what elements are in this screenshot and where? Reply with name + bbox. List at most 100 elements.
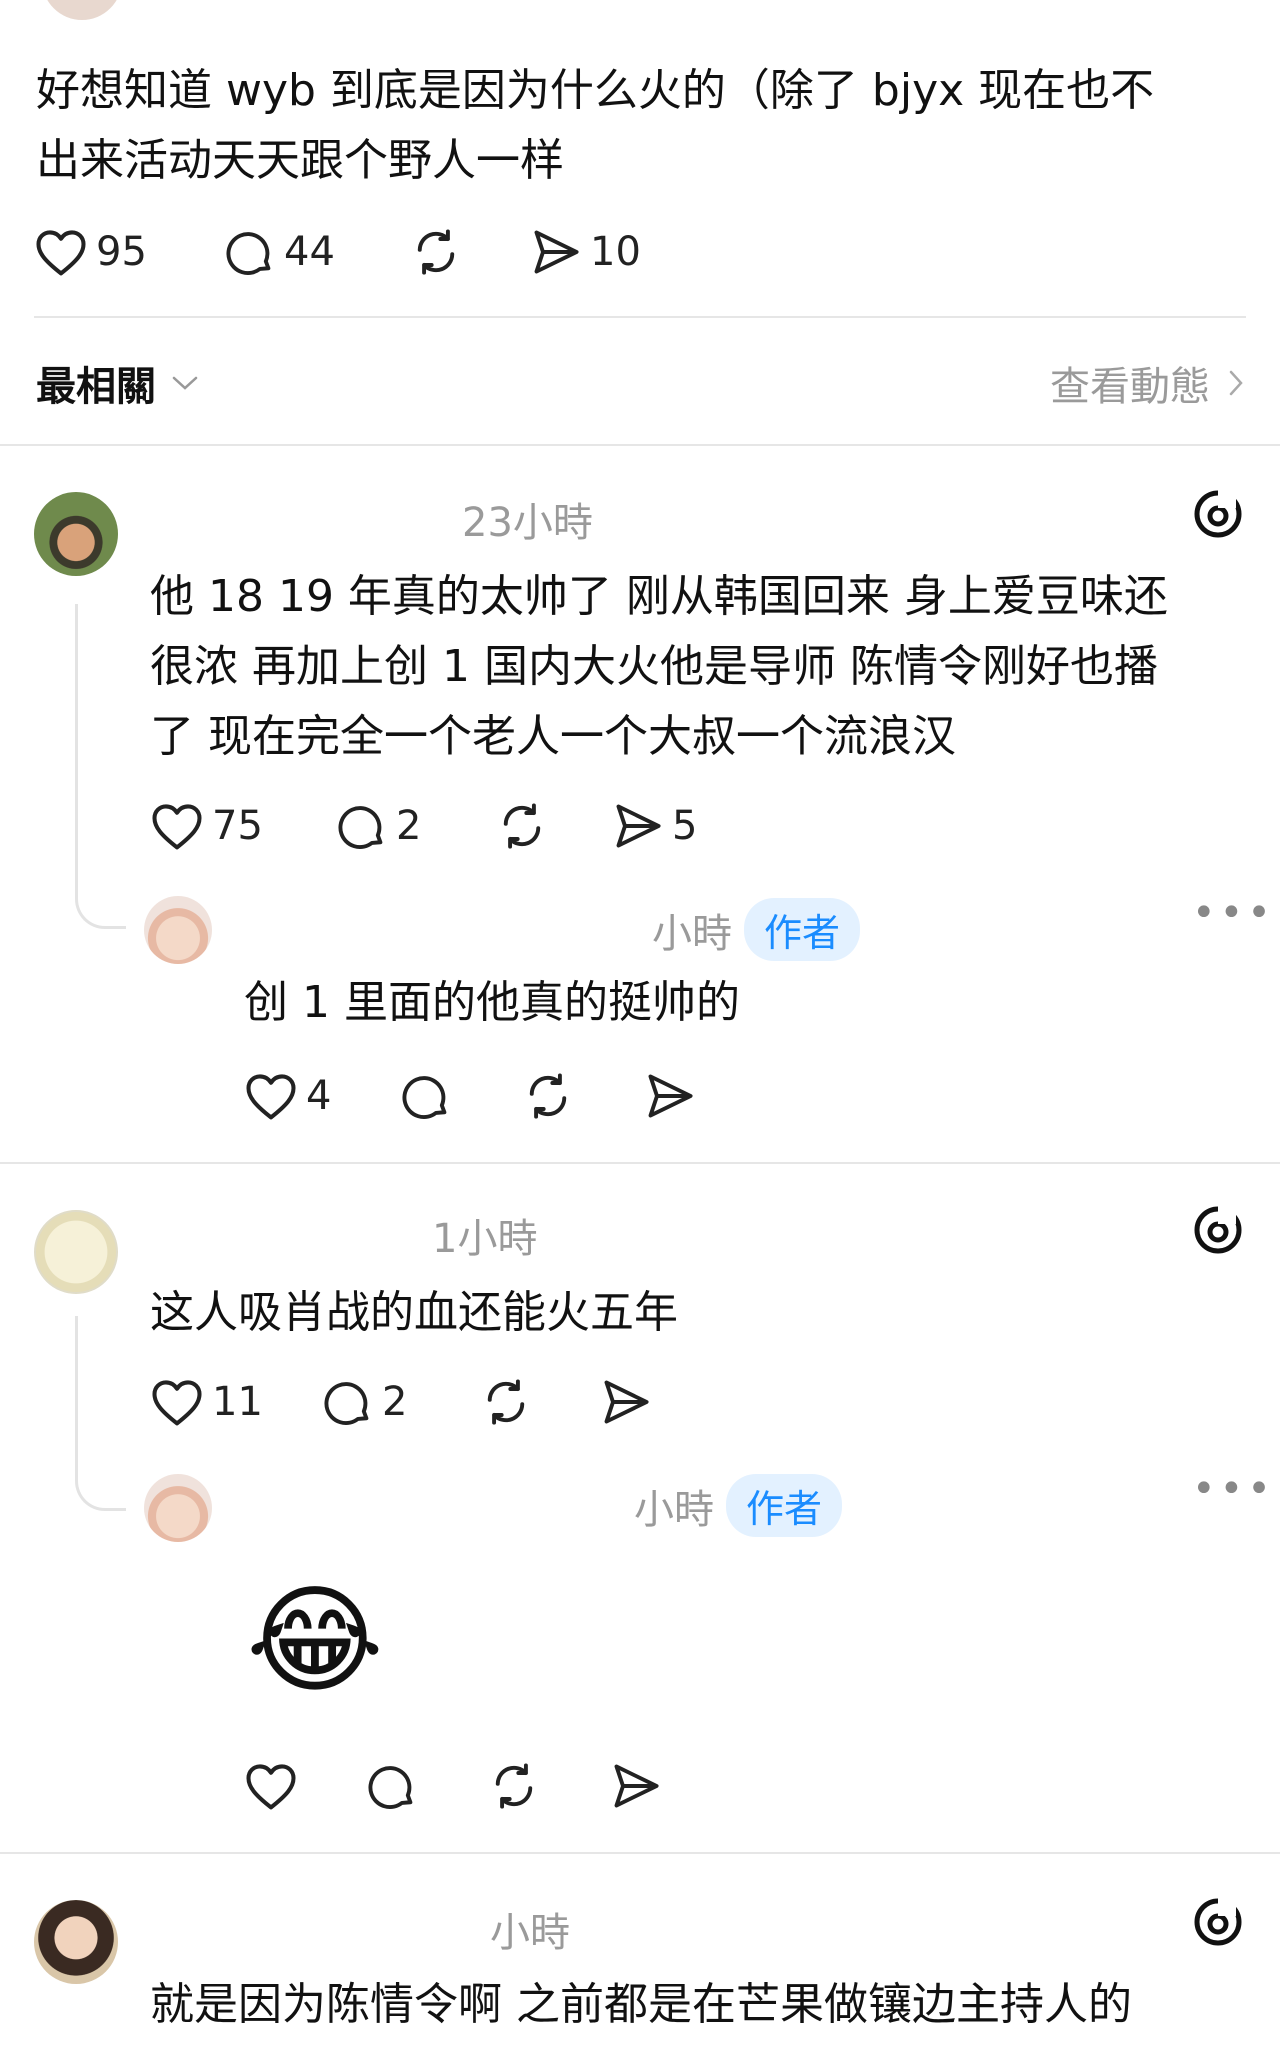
- view-activity-link[interactable]: 查看動態: [1050, 354, 1246, 412]
- threads-logo-icon[interactable]: [1192, 1896, 1244, 1948]
- post-text: 好想知道 wyb 到底是因为什么火的（除了 bjyx 现在也不 出来活动天天跟个…: [36, 56, 1256, 196]
- comment-time: 1小時: [432, 1216, 538, 1262]
- reply-text: 创 1 里面的他真的挺帅的: [244, 977, 740, 1028]
- comment-bubble-icon: [402, 1076, 447, 1119]
- share-count: 5: [672, 803, 698, 849]
- more-options-icon[interactable]: •••: [1192, 890, 1275, 936]
- comment-time: 23小時: [462, 500, 593, 546]
- comment-button[interactable]: [366, 1760, 488, 1812]
- post-actions: 95 44 10: [34, 224, 670, 280]
- comment-text: 这人吸肖战的血还能火五年: [150, 1278, 678, 1348]
- share-button[interactable]: [610, 1762, 690, 1810]
- comment-line: 这人吸肖战的血还能火五年: [150, 1287, 678, 1338]
- section-divider: [0, 444, 1280, 446]
- more-options-icon[interactable]: •••: [1192, 1466, 1275, 1512]
- like-button[interactable]: 95: [34, 227, 224, 277]
- repost-icon: [529, 1073, 567, 1119]
- repost-button[interactable]: [410, 226, 530, 278]
- comment-count: 2: [396, 803, 422, 849]
- comment-bubble-icon: [226, 232, 271, 275]
- comment-actions: 11 2: [150, 1374, 680, 1430]
- comment-button[interactable]: 2: [336, 800, 496, 852]
- send-icon: [534, 230, 579, 274]
- thread-curve: [75, 1442, 126, 1511]
- repost-icon: [417, 229, 455, 275]
- comment-bubble-icon: [368, 1766, 413, 1809]
- comment-bubble-icon: [324, 1382, 369, 1425]
- like-count: 95: [96, 229, 147, 275]
- comment-line: 很浓 再加上创 1 国内大火他是导师 陈情令刚好也播: [150, 641, 1158, 692]
- share-button[interactable]: 5: [612, 802, 732, 850]
- sort-dropdown[interactable]: 最相關: [36, 354, 200, 412]
- commenter-avatar[interactable]: [34, 1900, 118, 1984]
- commenter-avatar[interactable]: [34, 492, 118, 576]
- comment-line: 就是因为陈情令啊 之前都是在芒果做镶边主持人的: [150, 1979, 1132, 2030]
- repost-button[interactable]: [522, 1070, 644, 1122]
- share-count: 10: [590, 229, 641, 275]
- commenter-avatar[interactable]: [34, 1210, 118, 1294]
- comment-text: 他 18 19 年真的太帅了 刚从韩国回来 身上爱豆味还 很浓 再加上创 1 国…: [150, 562, 1260, 772]
- comment-button[interactable]: 44: [224, 226, 410, 278]
- post-divider: [34, 316, 1246, 318]
- repost-icon: [503, 803, 541, 849]
- section-divider: [0, 1162, 1280, 1164]
- repost-button[interactable]: [480, 1376, 600, 1428]
- like-count: 75: [212, 803, 263, 849]
- reply-actions: 4: [244, 1068, 724, 1124]
- heart-icon: [36, 230, 86, 276]
- original-poster-avatar[interactable]: [42, 0, 122, 20]
- comment-line: 他 18 19 年真的太帅了 刚从韩国回来 身上爱豆味还: [150, 571, 1168, 622]
- comment-time: 小時: [490, 1910, 570, 1956]
- heart-icon: [152, 804, 202, 850]
- comment-bubble-icon: [338, 806, 383, 849]
- comment-count: 44: [284, 229, 335, 275]
- like-button[interactable]: 4: [244, 1071, 400, 1121]
- author-avatar[interactable]: [144, 1474, 212, 1542]
- share-button[interactable]: [644, 1072, 724, 1120]
- repost-button[interactable]: [496, 800, 612, 852]
- post-text-line2: 出来活动天天跟个野人一样: [36, 135, 564, 186]
- reply-time: 小時: [634, 1486, 714, 1533]
- threads-logo-icon[interactable]: [1192, 1204, 1244, 1256]
- reply-time: 小時: [652, 910, 732, 957]
- heart-icon: [246, 1074, 296, 1120]
- send-icon: [616, 804, 661, 848]
- section-divider: [0, 1852, 1280, 1854]
- author-avatar[interactable]: [144, 896, 212, 964]
- thread-line: [75, 604, 78, 884]
- share-button[interactable]: 10: [530, 228, 670, 276]
- comment-actions: 75 2 5: [150, 798, 732, 854]
- heart-icon: [246, 1764, 296, 1810]
- like-button[interactable]: [244, 1761, 366, 1811]
- author-badge: 作者: [744, 898, 861, 961]
- comment-button[interactable]: 2: [322, 1376, 480, 1428]
- heart-icon: [152, 1380, 202, 1426]
- send-icon: [614, 1764, 659, 1808]
- comment-line: 了 现在完全一个老人一个大叔一个流浪汉: [150, 711, 956, 762]
- view-activity-label: 查看動態: [1050, 364, 1210, 410]
- send-icon: [648, 1074, 693, 1118]
- threads-logo-icon[interactable]: [1192, 488, 1244, 540]
- sort-label: 最相關: [36, 364, 156, 410]
- repost-button[interactable]: [488, 1760, 610, 1812]
- like-count: 11: [212, 1379, 263, 1425]
- reply-actions: [244, 1758, 690, 1814]
- send-icon: [604, 1380, 649, 1424]
- author-badge: 作者: [726, 1474, 843, 1537]
- share-button[interactable]: [600, 1378, 680, 1426]
- repost-icon: [487, 1379, 525, 1425]
- like-count: 4: [306, 1073, 332, 1119]
- reply-header: 小時 作者: [634, 1474, 843, 1537]
- thread-curve: [75, 860, 126, 929]
- chevron-down-icon: [172, 376, 198, 390]
- repost-icon: [495, 1763, 533, 1809]
- comment-count: 2: [382, 1379, 408, 1425]
- comment-button[interactable]: [400, 1070, 522, 1122]
- like-button[interactable]: 75: [150, 801, 336, 851]
- chevron-right-icon: [1229, 370, 1243, 396]
- post-text-line1: 好想知道 wyb 到底是因为什么火的（除了 bjyx 现在也不: [36, 65, 1155, 116]
- comment-text: 就是因为陈情令啊 之前都是在芒果做镶边主持人的: [150, 1970, 1260, 2040]
- like-button[interactable]: 11: [150, 1377, 322, 1427]
- reply-header: 小時 作者: [652, 898, 861, 961]
- laughing-emoji: 😂: [246, 1571, 384, 1709]
